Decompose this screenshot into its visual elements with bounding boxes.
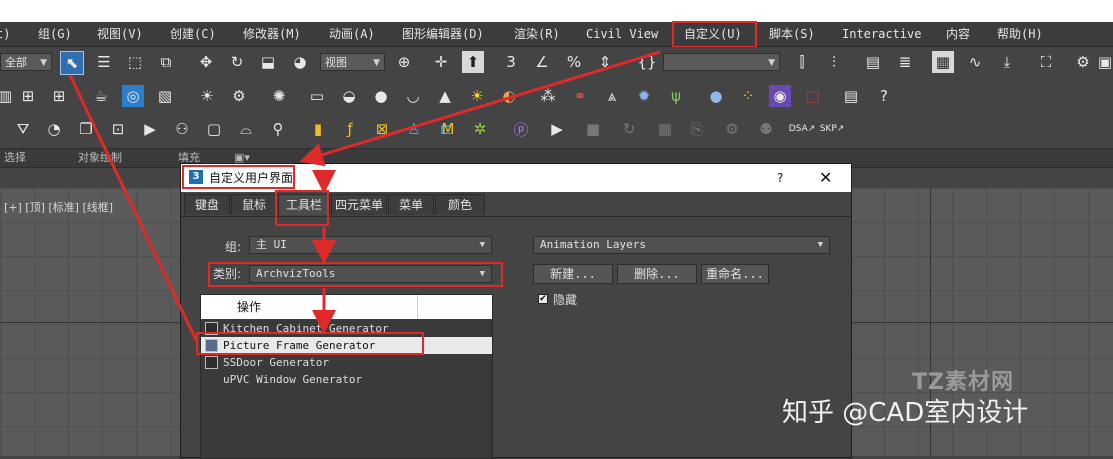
arrow-menu-to-dialog [299,50,661,167]
arrow-select-tool-to-action [68,74,198,341]
watermark-credit: 知乎 @CAD室内设计 [782,398,1029,428]
